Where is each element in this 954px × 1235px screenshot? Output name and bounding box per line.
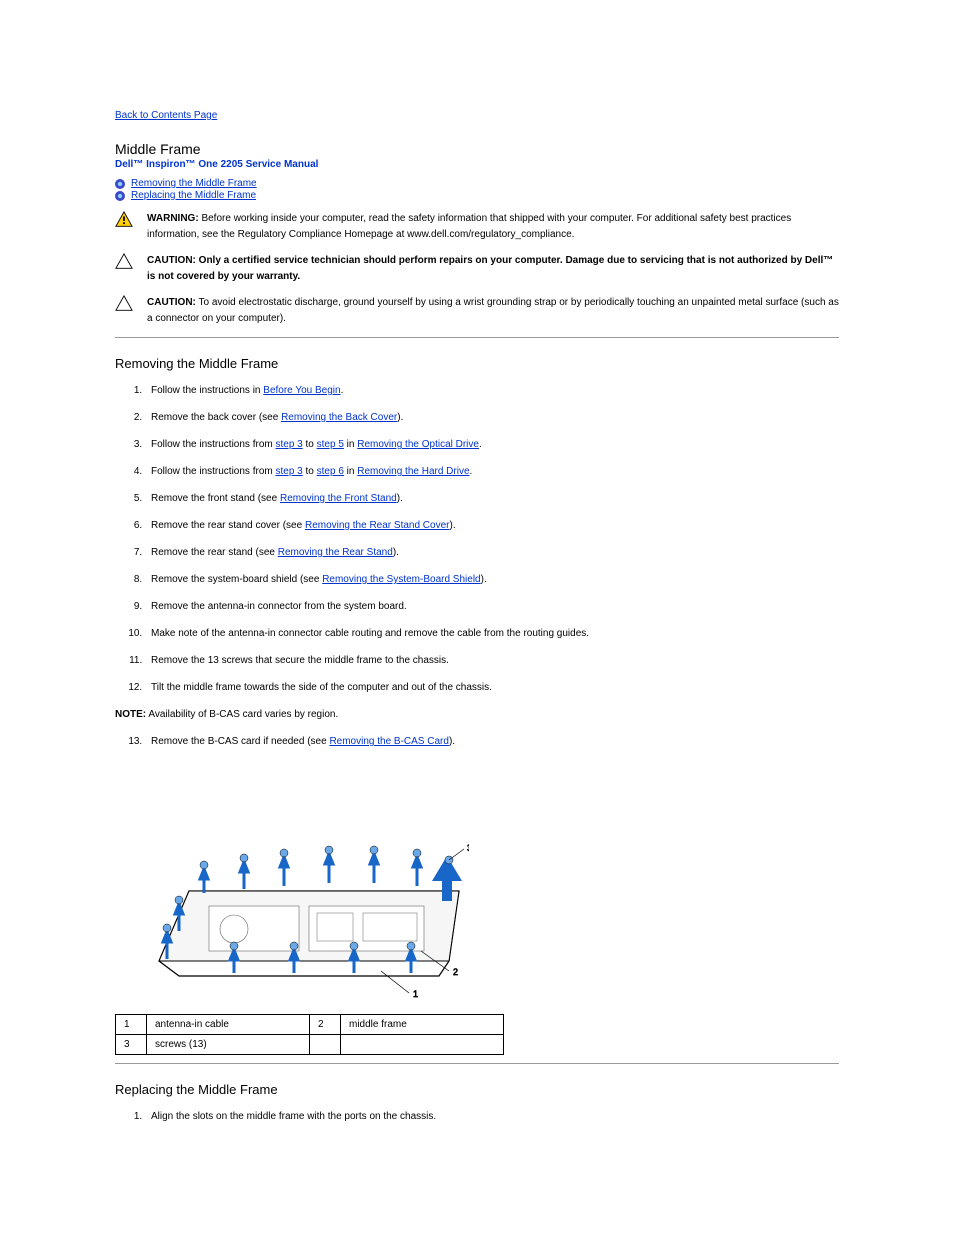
list-item: Tilt the middle frame towards the side o… [145, 680, 839, 695]
caution-text: To avoid electrostatic discharge, ground… [147, 297, 839, 324]
list-item: Make note of the antenna-in connector ca… [145, 626, 839, 641]
list-item: Follow the instructions from step 3 to s… [145, 464, 839, 479]
caution-icon [115, 295, 133, 314]
step-link[interactable]: step 5 [317, 439, 344, 450]
caution-icon [115, 253, 133, 272]
warning-text: Before working inside your computer, rea… [147, 213, 791, 240]
part-label: screws (13) [147, 1035, 310, 1055]
replace-steps: Align the slots on the middle frame with… [115, 1109, 839, 1124]
bullet-icon [115, 179, 125, 189]
warning-lead: WARNING: [147, 213, 199, 224]
part-label: antenna-in cable [147, 1015, 310, 1035]
toc: Removing the Middle Frame Replacing the … [115, 178, 839, 201]
step-link[interactable]: Removing the Rear Stand [278, 547, 393, 558]
list-item: Follow the instructions from step 3 to s… [145, 437, 839, 452]
warning-notice: WARNING: Before working inside your comp… [115, 211, 839, 243]
step-link[interactable]: step 3 [276, 439, 303, 450]
list-item: Follow the instructions in Before You Be… [145, 383, 839, 398]
part-label [341, 1035, 504, 1055]
list-item: Remove the 13 screws that secure the mid… [145, 653, 839, 668]
page-title: Middle Frame [115, 141, 839, 157]
remove-steps-cont: Remove the B-CAS card if needed (see Rem… [115, 734, 839, 749]
caution-notice: CAUTION: To avoid electrostatic discharg… [115, 295, 839, 327]
caution-text: Only a certified service technician shou… [147, 255, 833, 282]
caution-notice: CAUTION: Only a certified service techni… [115, 253, 839, 285]
list-item: Remove the B-CAS card if needed (see Rem… [145, 734, 839, 749]
list-item: Align the slots on the middle frame with… [145, 1109, 839, 1124]
divider [115, 337, 839, 338]
list-item: Remove the back cover (see Removing the … [145, 410, 839, 425]
section-heading-replace: Replacing the Middle Frame [115, 1082, 839, 1097]
step-link[interactable]: Removing the Rear Stand Cover [305, 520, 450, 531]
list-item: Remove the front stand (see Removing the… [145, 491, 839, 506]
table-row: 1 antenna-in cable 2 middle frame [116, 1015, 504, 1035]
parts-table: 1 antenna-in cable 2 middle frame 3 scre… [115, 1014, 504, 1055]
svg-text:1: 1 [413, 989, 418, 999]
svg-text:3: 3 [467, 843, 469, 853]
toc-link-remove[interactable]: Removing the Middle Frame [131, 178, 257, 189]
remove-steps: Follow the instructions in Before You Be… [115, 383, 839, 695]
bullet-icon [115, 191, 125, 201]
step-link[interactable]: Removing the Back Cover [281, 412, 397, 423]
manual-subtitle: Dell™ Inspiron™ One 2205 Service Manual [115, 159, 839, 170]
caution-lead: CAUTION: [147, 255, 196, 266]
list-item: Remove the system-board shield (see Remo… [145, 572, 839, 587]
part-label: middle frame [341, 1015, 504, 1035]
warning-icon [115, 211, 133, 230]
table-row: 3 screws (13) [116, 1035, 504, 1055]
step-link[interactable]: Removing the Optical Drive [357, 439, 479, 450]
svg-text:2: 2 [453, 967, 458, 977]
list-item: Remove the rear stand cover (see Removin… [145, 518, 839, 533]
back-to-contents-link[interactable]: Back to Contents Page [115, 110, 217, 121]
step-link[interactable]: Removing the System-Board Shield [322, 574, 480, 585]
step-link[interactable]: step 6 [317, 466, 344, 477]
list-item: Remove the rear stand (see Removing the … [145, 545, 839, 560]
part-num [310, 1035, 341, 1055]
divider [115, 1063, 839, 1064]
part-num: 1 [116, 1015, 147, 1035]
step-link[interactable]: Removing the Front Stand [280, 493, 397, 504]
list-item: Remove the antenna-in connector from the… [145, 599, 839, 614]
caution-lead: CAUTION: [147, 297, 196, 308]
section-heading-remove: Removing the Middle Frame [115, 356, 839, 371]
toc-link-replace[interactable]: Replacing the Middle Frame [131, 190, 256, 201]
step-link[interactable]: Removing the B-CAS Card [329, 736, 449, 747]
step-link[interactable]: Removing the Hard Drive [357, 466, 469, 477]
step-link[interactable]: Before You Begin [263, 385, 340, 396]
chassis-diagram: 1 2 3 [149, 761, 839, 1004]
note-inline: NOTE: Availability of B-CAS card varies … [115, 709, 839, 720]
part-num: 3 [116, 1035, 147, 1055]
step-link[interactable]: step 3 [276, 466, 303, 477]
part-num: 2 [310, 1015, 341, 1035]
